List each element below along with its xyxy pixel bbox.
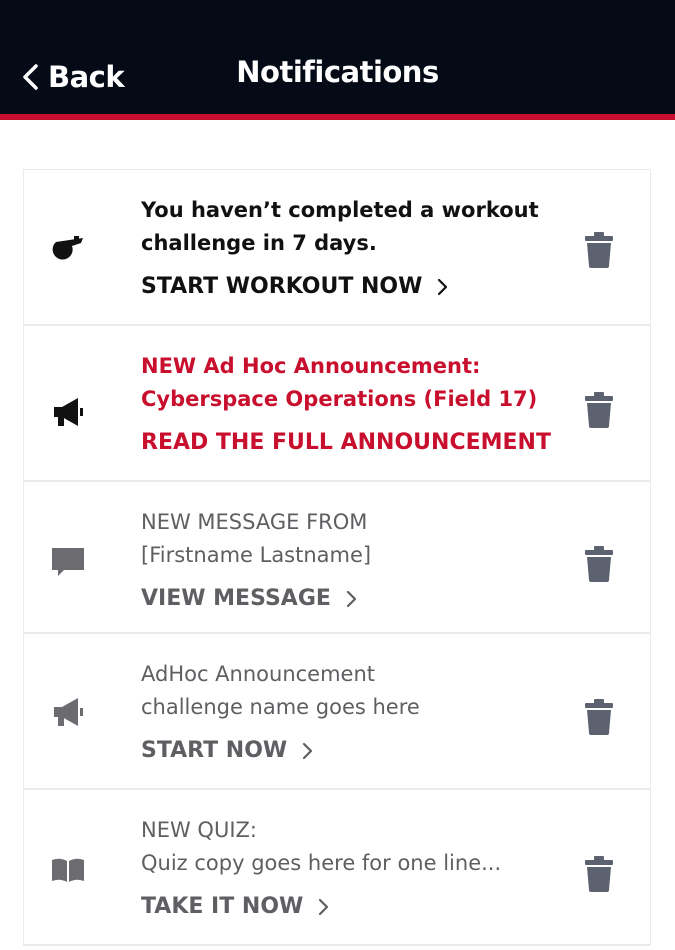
chevron-right-icon xyxy=(438,278,448,296)
page-title: Notifications xyxy=(236,55,439,89)
cta-label: START WORKOUT NOW xyxy=(141,274,423,299)
start-now-link[interactable]: START NOW xyxy=(141,736,313,766)
notification-list: You haven’t completed a workout challeng… xyxy=(23,169,651,946)
trash-icon[interactable] xyxy=(584,232,614,268)
notification-line: NEW QUIZ: xyxy=(141,818,257,842)
chevron-right-icon xyxy=(319,898,329,916)
notification-line: NEW MESSAGE FROM xyxy=(141,510,368,534)
notification-item-quiz[interactable]: NEW QUIZ: Quiz copy goes here for one li… xyxy=(24,790,650,946)
notifications-screen: Back Notifications You haven’t completed… xyxy=(0,0,675,950)
chevron-right-icon xyxy=(346,590,357,608)
book-icon xyxy=(52,858,84,882)
notification-item-message[interactable]: NEW MESSAGE FROM [Firstname Lastname] VI… xyxy=(24,482,650,634)
chevron-right-icon xyxy=(303,742,313,760)
cta-label: TAKE IT NOW xyxy=(141,894,304,919)
trash-icon[interactable] xyxy=(584,392,614,428)
whistle-icon xyxy=(52,236,83,260)
header-bar: Back Notifications xyxy=(0,0,675,120)
trash-icon[interactable] xyxy=(584,699,614,735)
notification-item-announcement[interactable]: NEW Ad Hoc Announcement: Cyberspace Oper… xyxy=(24,326,650,482)
notification-line: NEW Ad Hoc Announcement: xyxy=(141,354,481,378)
cta-label: VIEW MESSAGE xyxy=(141,586,331,611)
notification-text: NEW Ad Hoc Announcement: Cyberspace Oper… xyxy=(141,350,551,458)
take-it-now-link[interactable]: TAKE IT NOW xyxy=(141,892,329,922)
trash-icon[interactable] xyxy=(584,546,614,582)
notification-text: AdHoc Announcement challenge name goes h… xyxy=(141,658,551,766)
cta-label: START NOW xyxy=(141,738,288,763)
notification-item-workout[interactable]: You haven’t completed a workout challeng… xyxy=(24,170,650,326)
start-workout-now-link[interactable]: START WORKOUT NOW xyxy=(141,272,448,302)
notification-text: NEW MESSAGE FROM [Firstname Lastname] VI… xyxy=(141,506,551,614)
notification-line: AdHoc Announcement xyxy=(141,662,376,686)
megaphone-icon xyxy=(54,698,83,726)
notification-line: You haven’t completed a workout xyxy=(141,198,539,222)
view-message-link[interactable]: VIEW MESSAGE xyxy=(141,584,357,614)
notification-item-adhoc[interactable]: AdHoc Announcement challenge name goes h… xyxy=(24,634,650,790)
cta-label: READ THE FULL ANNOUNCEMENT xyxy=(141,430,551,455)
trash-icon[interactable] xyxy=(584,856,614,892)
notification-line: challenge in 7 days. xyxy=(141,231,377,255)
megaphone-icon xyxy=(54,398,83,426)
notification-text: You haven’t completed a workout challeng… xyxy=(141,194,551,302)
notification-text: NEW QUIZ: Quiz copy goes here for one li… xyxy=(141,814,551,922)
read-full-announcement-link[interactable]: READ THE FULL ANNOUNCEMENT xyxy=(141,428,551,458)
notification-line: Quiz copy goes here for one line... xyxy=(141,851,502,875)
notification-line: [Firstname Lastname] xyxy=(141,543,372,567)
notification-line: Cyberspace Operations (Field 17) xyxy=(141,387,538,411)
chat-bubble-icon xyxy=(52,548,84,576)
notification-line: challenge name goes here xyxy=(141,695,420,719)
